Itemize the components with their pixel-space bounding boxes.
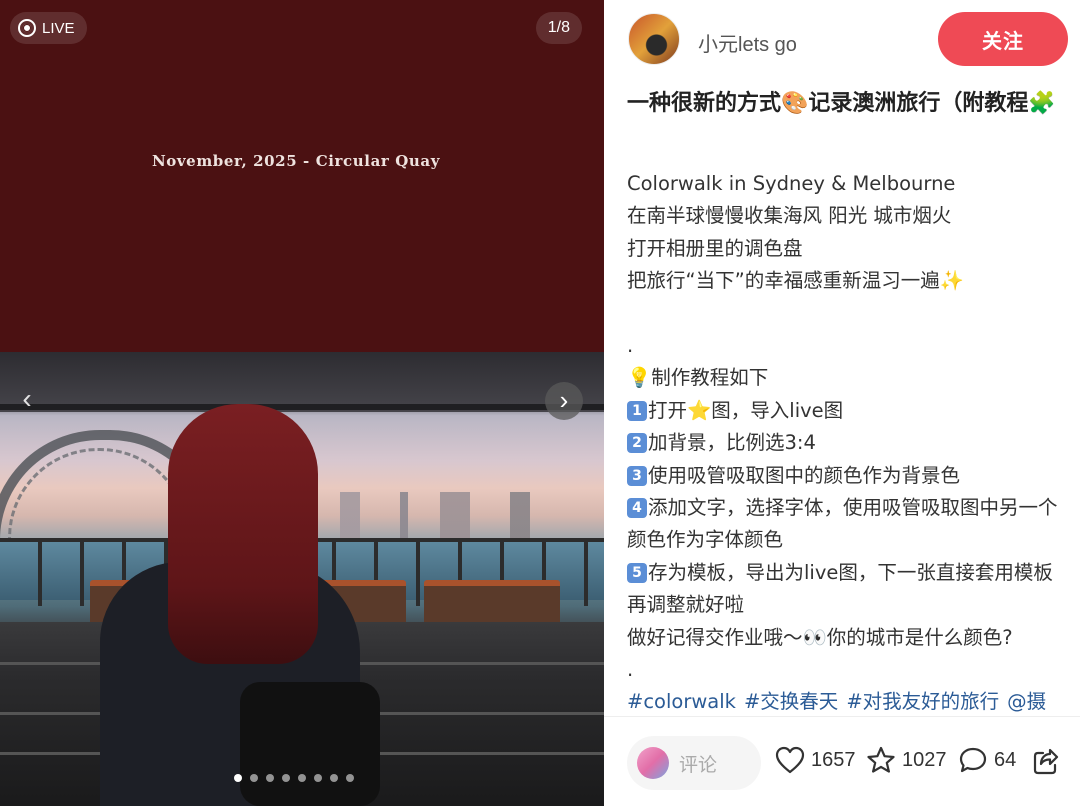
heart-icon — [775, 746, 805, 774]
star-icon — [867, 746, 895, 773]
closing-line: 做好记得交作业哦～👀你的城市是什么颜色? — [627, 625, 1013, 649]
share-icon — [1033, 748, 1059, 775]
avatar[interactable] — [628, 13, 680, 65]
hashtag-link[interactable]: #交换春天 — [744, 690, 838, 713]
station-roof — [0, 352, 604, 412]
comment-input[interactable]: 评论 — [627, 736, 761, 790]
tag-list: #colorwalk #交换春天 #对我友好的旅行 @摄 — [627, 686, 1071, 716]
note-detail-panel: 小元lets go 关注 一种很新的方式🎨记录澳洲旅行（附教程🧩 Colorwa… — [604, 0, 1080, 806]
slide-dot[interactable] — [282, 774, 290, 782]
step-number-icon: 5 — [627, 562, 647, 583]
person-bag — [240, 682, 380, 806]
mention-link[interactable]: @摄 — [1007, 690, 1046, 713]
note-line: 在南半球慢慢收集海风 阳光 城市烟火 — [627, 204, 952, 228]
media-viewer[interactable]: November, 2025 - Circular Quay LIVE 1/8 … — [0, 0, 604, 806]
step-text: 存为模板，导出为live图，下一张直接套用模板再调整就好啦 — [627, 560, 1053, 617]
roof-beam — [0, 404, 604, 410]
slide-dot[interactable] — [346, 774, 354, 782]
author-row: 小元lets go 关注 — [628, 12, 1068, 68]
user-avatar — [637, 747, 669, 779]
slide-dot[interactable] — [234, 774, 242, 782]
note-title: 一种很新的方式🎨记录澳洲旅行（附教程🧩 — [627, 91, 1056, 116]
note-line: Colorwalk in Sydney & Melbourne — [627, 172, 956, 195]
slide-dot[interactable] — [250, 774, 258, 782]
comment-bubble-icon — [959, 747, 987, 773]
step-number-icon: 1 — [627, 400, 647, 421]
closing-dot: . — [627, 658, 634, 682]
tutorial-step: 5 存为模板，导出为live图，下一张直接套用模板再调整就好啦 — [627, 557, 1071, 622]
share-button[interactable] — [1031, 747, 1061, 782]
tutorial-step: 1 打开⭐图，导入live图 — [627, 395, 1071, 427]
comment-count: 64 — [994, 748, 1017, 771]
favorite-button[interactable]: 1027 — [866, 746, 947, 774]
hashtag-link[interactable]: #对我友好的旅行 — [846, 690, 999, 713]
tutorial-step: 3 使用吸管吸取图中的颜色作为背景色 — [627, 460, 1071, 492]
author-name[interactable]: 小元lets go — [698, 28, 797, 57]
slide-dot[interactable] — [330, 774, 338, 782]
slide-caption: November, 2025 - Circular Quay — [151, 152, 441, 170]
step-number-icon: 2 — [627, 433, 647, 454]
chevron-right-icon[interactable]: › — [545, 382, 583, 420]
tutorial-step: 4 添加文字，选择字体，使用吸管吸取图中另一个颜色作为字体颜色 — [627, 492, 1071, 557]
note-line — [627, 298, 1071, 330]
slide-dot[interactable] — [314, 774, 322, 782]
note-line: . — [627, 334, 634, 358]
step-text: 打开⭐图，导入live图 — [648, 398, 844, 422]
note-line: 打开相册里的调色盘 — [627, 236, 803, 260]
comment-button[interactable]: 64 — [958, 746, 1016, 774]
hashtag-link[interactable]: #colorwalk — [627, 690, 736, 713]
step-text: 加背景，比例选3:4 — [648, 431, 816, 455]
step-text: 添加文字，选择字体，使用吸管吸取图中另一个颜色作为字体颜色 — [627, 496, 1058, 552]
live-badge[interactable]: LIVE — [10, 12, 87, 44]
live-label: LIVE — [42, 19, 75, 37]
tutorial-step: 2 加背景，比例选3:4 — [627, 427, 1071, 459]
comment-placeholder: 评论 — [679, 753, 718, 776]
slide-photo — [0, 352, 604, 806]
slide-dots — [234, 774, 354, 782]
favorite-count: 1027 — [902, 748, 947, 771]
like-button[interactable]: 1657 — [775, 746, 856, 774]
step-number-icon: 3 — [627, 465, 647, 486]
slide-dot[interactable] — [298, 774, 306, 782]
like-count: 1657 — [811, 748, 856, 771]
chevron-left-icon[interactable]: ‹ — [10, 383, 44, 417]
note-body: Colorwalk in Sydney & Melbourne 在南半球慢慢收集… — [627, 168, 1071, 716]
step-number-icon: 4 — [627, 498, 647, 519]
note-line: 把旅行“当下”的幸福感重新温习一遍✨ — [627, 269, 964, 293]
live-icon — [18, 19, 36, 37]
person-hair — [168, 404, 318, 664]
page-counter: 1/8 — [535, 12, 582, 44]
note-line: 💡制作教程如下 — [627, 366, 769, 390]
engagement-bar: 评论 1657 1027 64 — [604, 716, 1080, 806]
city-skyline — [280, 492, 604, 542]
follow-button[interactable]: 关注 — [938, 12, 1068, 66]
step-text: 使用吸管吸取图中的颜色作为背景色 — [648, 463, 961, 487]
slide-dot[interactable] — [266, 774, 274, 782]
